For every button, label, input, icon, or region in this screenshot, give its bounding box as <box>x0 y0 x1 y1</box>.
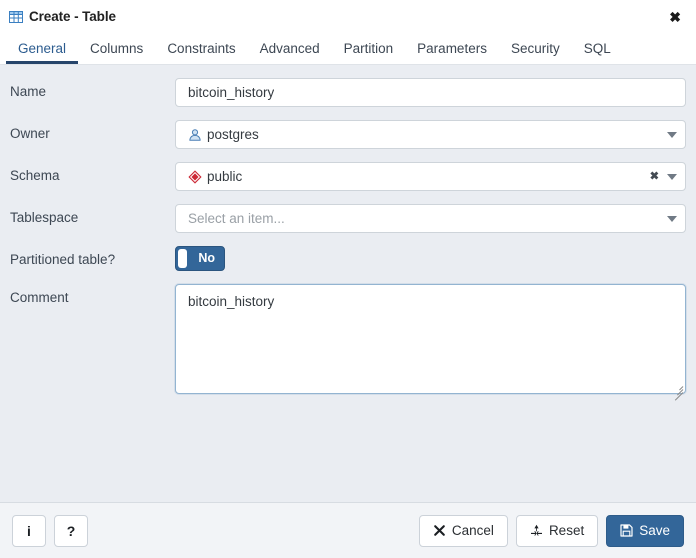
field-row-partitioned: Partitioned table? No <box>10 246 686 271</box>
partitioned-label: Partitioned table? <box>10 252 116 267</box>
owner-field-wrap: postgres <box>175 120 686 149</box>
partitioned-field-wrap: No <box>175 246 686 271</box>
recycle-icon <box>530 524 543 537</box>
field-row-owner: Owner postgres <box>10 120 686 149</box>
close-icon[interactable]: ✖ <box>666 8 684 26</box>
owner-value-group: postgres <box>188 127 259 142</box>
chevron-down-icon[interactable] <box>667 215 677 222</box>
field-row-name: Name bitcoin_history <box>10 78 686 107</box>
tab-constraints[interactable]: Constraints <box>155 41 247 65</box>
dialog-footer: i ? Cancel Reset Save <box>0 502 696 558</box>
question-mark-icon: ? <box>66 522 76 539</box>
schema-diamond-icon <box>188 169 202 184</box>
tab-advanced[interactable]: Advanced <box>248 41 332 65</box>
field-row-tablespace: Tablespace Select an item... <box>10 204 686 233</box>
tab-security[interactable]: Security <box>499 41 572 65</box>
cancel-button-label: Cancel <box>451 523 494 538</box>
clear-icon[interactable]: ✖ <box>650 171 659 182</box>
tablespace-label: Tablespace <box>10 210 79 225</box>
chevron-down-icon[interactable] <box>667 173 677 180</box>
comment-label: Comment <box>10 290 69 305</box>
save-floppy-icon <box>620 524 633 537</box>
create-table-dialog: Create - Table ✖ General Columns Constra… <box>0 0 696 558</box>
tablespace-select[interactable]: Select an item... <box>175 204 686 233</box>
reset-button-label: Reset <box>548 523 585 538</box>
toggle-knob <box>178 249 187 268</box>
reset-button[interactable]: Reset <box>515 514 599 547</box>
help-button[interactable]: ? <box>54 514 88 547</box>
general-tab-panel: Name bitcoin_history Owner postgres Sche… <box>0 65 696 502</box>
comment-textarea[interactable] <box>175 284 686 394</box>
owner-select[interactable]: postgres <box>175 120 686 149</box>
name-input-value: bitcoin_history <box>188 85 275 100</box>
owner-label: Owner <box>10 126 50 141</box>
tab-general[interactable]: General <box>6 41 79 64</box>
schema-select[interactable]: public ✖ <box>175 162 686 191</box>
save-button[interactable]: Save <box>606 514 684 547</box>
save-button-label: Save <box>639 523 670 538</box>
name-label: Name <box>10 84 47 99</box>
dialog-title: Create - Table <box>29 9 116 24</box>
partitioned-toggle[interactable]: No <box>175 246 225 271</box>
footer-right-group: Cancel Reset Save <box>418 514 684 547</box>
tablespace-field-wrap: Select an item... <box>175 204 686 233</box>
close-x-icon <box>433 524 446 537</box>
table-grid-icon <box>9 10 23 24</box>
field-row-comment: Comment <box>10 284 686 401</box>
cancel-button[interactable]: Cancel <box>418 514 508 547</box>
titlebar-left-group: Create - Table <box>9 9 116 24</box>
footer-left-group: i ? <box>12 514 88 547</box>
info-icon: i <box>27 522 31 539</box>
schema-field-wrap: public ✖ <box>175 162 686 191</box>
tab-partition[interactable]: Partition <box>332 41 406 65</box>
owner-select-value: postgres <box>207 127 259 142</box>
schema-label: Schema <box>10 168 60 183</box>
schema-value-group: public <box>188 169 242 184</box>
info-button[interactable]: i <box>12 514 46 547</box>
comment-field-wrap <box>175 284 686 401</box>
field-row-schema: Schema public ✖ <box>10 162 686 191</box>
tab-parameters[interactable]: Parameters <box>405 41 499 65</box>
tab-sql[interactable]: SQL <box>572 41 623 65</box>
name-field-wrap: bitcoin_history <box>175 78 686 107</box>
dialog-titlebar: Create - Table ✖ <box>0 0 696 33</box>
tablespace-placeholder: Select an item... <box>188 211 285 226</box>
dialog-tabbar: General Columns Constraints Advanced Par… <box>0 33 696 65</box>
user-icon <box>188 128 202 142</box>
partitioned-toggle-value: No <box>198 251 215 266</box>
tab-columns[interactable]: Columns <box>78 41 155 65</box>
name-input[interactable]: bitcoin_history <box>175 78 686 107</box>
schema-select-value: public <box>207 169 243 184</box>
chevron-down-icon[interactable] <box>667 131 677 138</box>
